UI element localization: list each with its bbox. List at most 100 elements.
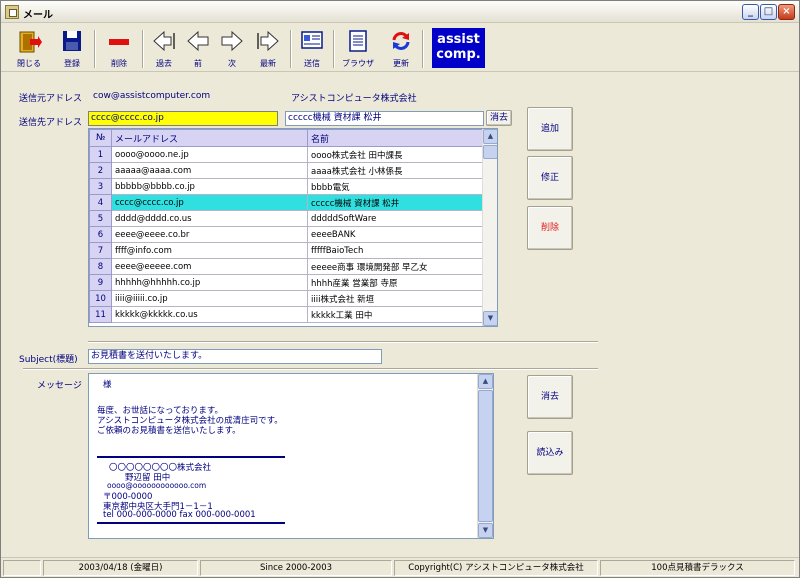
row-name: ccccc機械 資材課 松井 (307, 194, 484, 211)
close-button[interactable]: 閉じる (9, 26, 49, 70)
status-bar: 2003/04/18 (金曜日) Since 2000-2003 Copyrig… (1, 557, 799, 577)
scroll-thumb[interactable] (478, 390, 493, 522)
add-button[interactable]: 追加 (527, 107, 573, 151)
status-date: 2003/04/18 (金曜日) (43, 560, 198, 576)
col-header-no[interactable]: № (89, 129, 112, 147)
toolbar-separator (94, 30, 96, 68)
card-icon (301, 31, 323, 49)
row-number: 2 (89, 162, 112, 179)
table-row[interactable]: 10 iiii@iiiii.co.jp iiii株式会社 新垣 (89, 290, 484, 307)
title-bar: メール _ □ × (1, 1, 799, 23)
window-title: メール (23, 10, 53, 21)
last-record-arrow-icon (257, 30, 279, 52)
row-email: aaaaa@aaaa.com (111, 162, 308, 179)
recipient-email-field[interactable]: cccc@cccc.co.jp (88, 111, 278, 126)
table-row[interactable]: 8 eeee@eeeee.com eeeee商事 環境開発部 早乙女 (89, 258, 484, 275)
close-window-button[interactable]: × (778, 4, 795, 20)
message-label: メッセージ (37, 381, 82, 391)
recipient-clear-button[interactable]: 消去 (486, 110, 512, 126)
row-email: eeee@eeeee.com (111, 258, 308, 275)
message-textarea[interactable]: 様 毎度、お世話になっております。 アシストコンピュータ株式会社の成清庄司です。… (88, 373, 494, 539)
col-header-email[interactable]: メールアドレス (111, 129, 308, 147)
toolbar: 閉じる 登録 削除 過去 前 次 最新 送信 ブラウザ 更新 (1, 24, 799, 72)
row-number: 10 (89, 290, 112, 307)
table-scrollbar[interactable]: ▲ ▼ (482, 129, 497, 326)
delete-button[interactable]: 削除 (100, 26, 138, 70)
divider (88, 341, 598, 343)
mail-window: メール _ □ × 閉じる 登録 削除 過去 前 次 最新 送信 ブラウザ 更新… (0, 0, 800, 578)
col-header-name[interactable]: 名前 (307, 129, 484, 147)
exit-door-icon (19, 31, 42, 53)
scroll-thumb[interactable] (483, 145, 497, 159)
prev-button[interactable]: 前 (183, 26, 213, 70)
address-table: № メールアドレス 名前 1 oooo@oooo.ne.jp oooo株式会社 田中… (88, 128, 498, 327)
row-number: 4 (89, 194, 112, 211)
load-message-button[interactable]: 読込み (527, 431, 573, 475)
status-copyright: Copyright(C) アシストコンピュータ株式会社 (394, 560, 598, 576)
register-button[interactable]: 登録 (54, 26, 90, 70)
recipient-label: 送信先アドレス (19, 118, 83, 128)
row-name: fffffBaioTech (307, 242, 484, 259)
table-row[interactable]: 5 dddd@dddd.co.us dddddSoftWare (89, 210, 484, 227)
message-line: ご依頼のお見積書を送信いたします。 (97, 426, 241, 436)
row-name: kkkkk工業 田中 (307, 306, 484, 323)
app-icon (5, 5, 19, 19)
table-row[interactable]: 2 aaaaa@aaaa.com aaaa株式会社 小林係長 (89, 162, 484, 179)
right-arrow-icon (221, 30, 243, 52)
signature-line: oooo@oooooooooooo.com (107, 481, 207, 490)
divider (23, 368, 598, 370)
sender-email: cow@assistcomputer.com (93, 91, 211, 101)
latest-button[interactable]: 最新 (251, 26, 285, 70)
row-name: iiii株式会社 新垣 (307, 290, 484, 307)
edit-button[interactable]: 修正 (527, 156, 573, 200)
sender-company: アシストコンピュータ株式会社 (291, 94, 417, 104)
toolbar-separator (290, 30, 292, 68)
row-email: dddd@dddd.co.us (111, 210, 308, 227)
refresh-button[interactable]: 更新 (384, 26, 418, 70)
row-name: dddddSoftWare (307, 210, 484, 227)
row-number: 6 (89, 226, 112, 243)
save-disk-icon (63, 31, 81, 51)
left-arrow-icon (187, 30, 209, 52)
assist-comp-logo[interactable]: assist comp. (432, 28, 485, 68)
row-email: ffff@info.com (111, 242, 308, 259)
scroll-down-arrow-icon[interactable]: ▼ (483, 311, 497, 326)
row-name: hhhh産業 営業部 寺原 (307, 274, 484, 291)
table-row[interactable]: 6 eeee@eeee.co.br eeeeBANK (89, 226, 484, 243)
row-email: eeee@eeee.co.br (111, 226, 308, 243)
status-product: 100点見積書デラックス (600, 560, 795, 576)
table-row[interactable]: 11 kkkkk@kkkkk.co.us kkkkk工業 田中 (89, 306, 484, 323)
table-header: № メールアドレス 名前 (89, 129, 484, 147)
subject-field[interactable]: お見積書を送付いたします。 (88, 349, 382, 364)
past-button[interactable]: 過去 (147, 26, 181, 70)
row-email: kkkkk@kkkkk.co.us (111, 306, 308, 323)
scroll-up-arrow-icon[interactable]: ▲ (478, 374, 493, 389)
row-number: 8 (89, 258, 112, 275)
table-row[interactable]: 9 hhhhh@hhhhh.co.jp hhhh産業 営業部 寺原 (89, 274, 484, 291)
row-name: eeeee商事 環境開発部 早乙女 (307, 258, 484, 275)
minus-bar-icon (109, 39, 129, 45)
message-line: 様 (103, 380, 112, 390)
next-button[interactable]: 次 (217, 26, 247, 70)
row-email: bbbbb@bbbb.co.jp (111, 178, 308, 195)
row-name: bbbb電気 (307, 178, 484, 195)
row-email: iiii@iiiii.co.jp (111, 290, 308, 307)
scroll-up-arrow-icon[interactable]: ▲ (483, 129, 497, 144)
maximize-button[interactable]: □ (760, 4, 777, 20)
message-scrollbar[interactable]: ▲ ▼ (477, 374, 493, 538)
send-button[interactable]: 送信 (295, 26, 329, 70)
clear-message-button[interactable]: 消去 (527, 375, 573, 419)
table-row[interactable]: 7 ffff@info.com fffffBaioTech (89, 242, 484, 259)
row-name: oooo株式会社 田中課長 (307, 146, 484, 163)
delete-entry-button[interactable]: 削除 (527, 206, 573, 250)
scroll-down-arrow-icon[interactable]: ▼ (478, 523, 493, 538)
table-row[interactable]: 3 bbbbb@bbbb.co.jp bbbb電気 (89, 178, 484, 195)
toolbar-separator (333, 30, 335, 68)
table-row[interactable]: 1 oooo@oooo.ne.jp oooo株式会社 田中課長 (89, 146, 484, 163)
table-row-selected[interactable]: 4 cccc@cccc.co.jp ccccc機械 資材課 松井 (89, 194, 484, 211)
signature-line: tel 000-000-0000 fax 000-000-0001 (103, 510, 256, 520)
recipient-name-field[interactable]: ccccc機械 資材課 松井 (285, 111, 484, 126)
browser-button[interactable]: ブラウザ (338, 26, 378, 70)
row-number: 1 (89, 146, 112, 163)
minimize-button[interactable]: _ (742, 4, 759, 20)
